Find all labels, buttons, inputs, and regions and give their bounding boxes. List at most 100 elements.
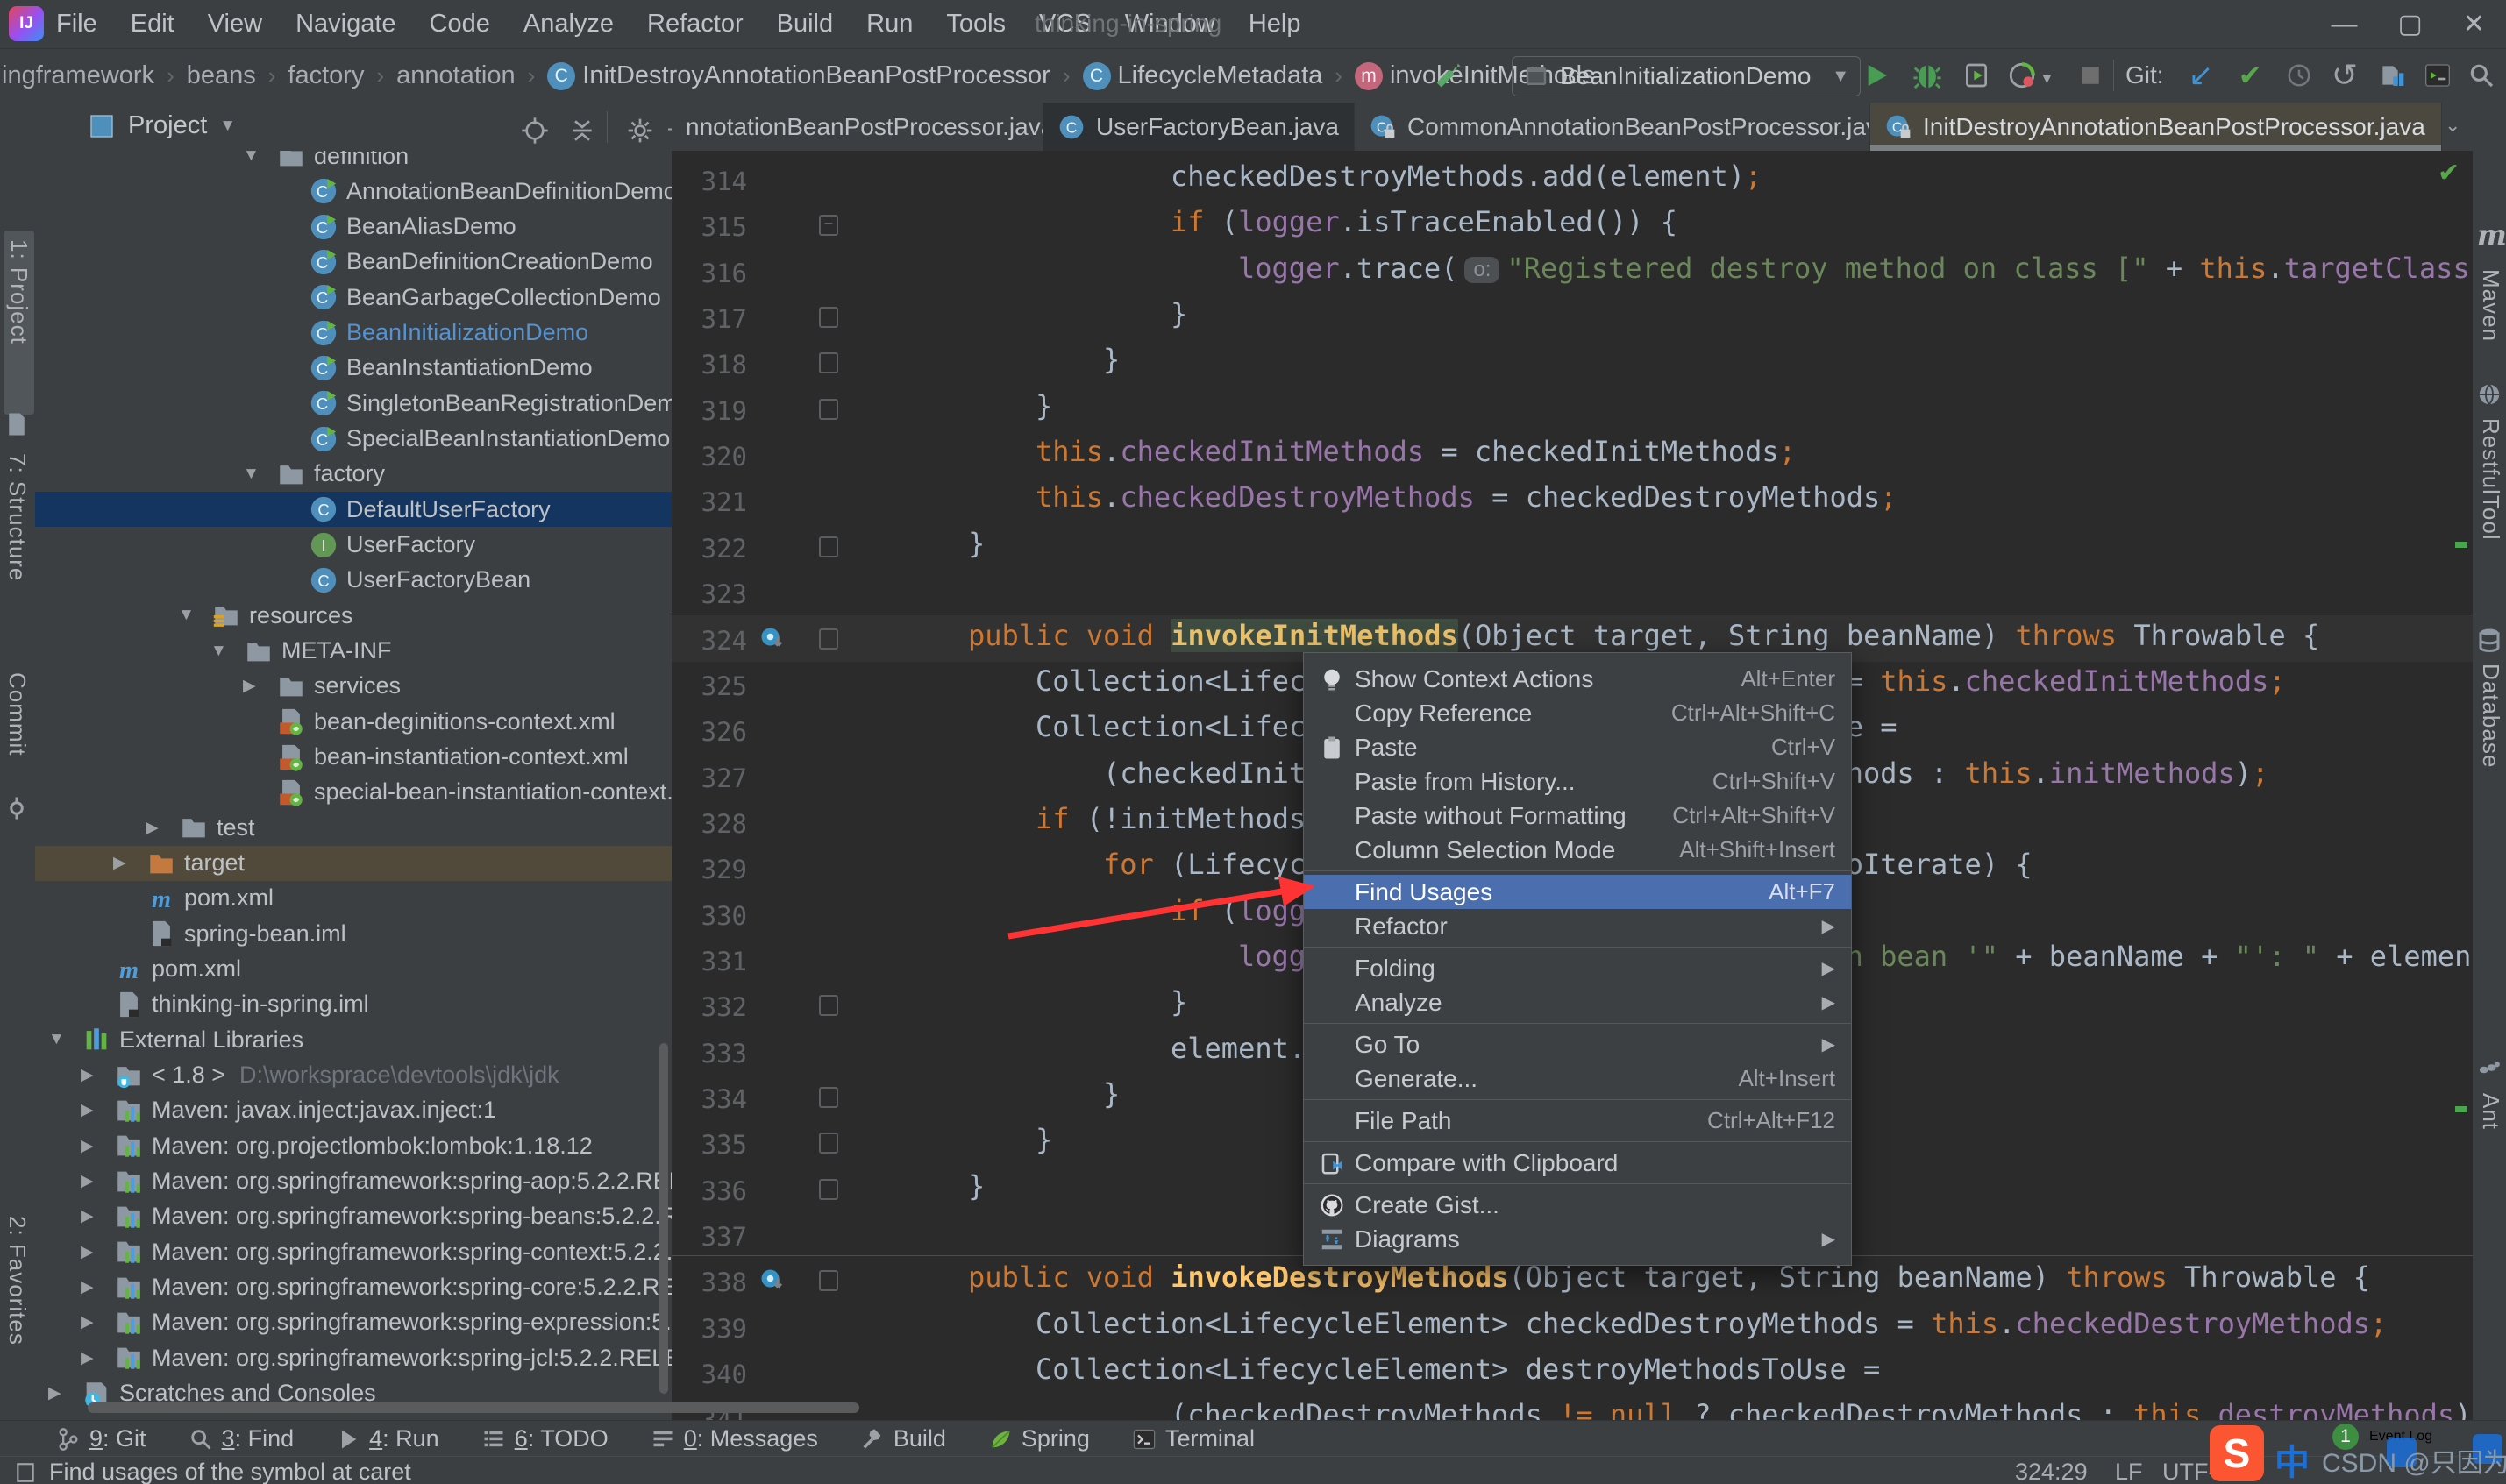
context-menu-item-show-context-actions[interactable]: Show Context ActionsAlt+Enter xyxy=(1304,662,1851,696)
profiler-button[interactable] xyxy=(2003,56,2041,95)
context-menu-item-paste-from-history-[interactable]: Paste from History...Ctrl+Shift+V xyxy=(1304,764,1851,799)
tree-item-maven-org-springframework-spring-jcl-5-2-2-release[interactable]: ▶Maven: org.springframework:spring-jcl:5… xyxy=(35,1340,672,1375)
diff-icon[interactable] xyxy=(2373,56,2411,95)
tree-item-pom-xml[interactable]: mpom.xml xyxy=(35,881,672,916)
menu-navigate[interactable]: Navigate xyxy=(295,10,395,39)
build-wrench-icon[interactable] xyxy=(1429,56,1468,95)
ant-icon[interactable] xyxy=(2476,1054,2502,1081)
project-vertical-scrollbar[interactable] xyxy=(659,1043,668,1394)
tree-item-bean-deginitions-context-xml[interactable]: bean-deginitions-context.xml xyxy=(35,704,672,739)
tree-item-external-libraries[interactable]: ▼External Libraries xyxy=(35,1022,672,1057)
toolwindow-button-messages[interactable]: 0: Messages xyxy=(651,1425,818,1452)
toolwindow-button-find[interactable]: 3: Find xyxy=(189,1425,295,1452)
profiler-chevron-icon[interactable]: ▼ xyxy=(2040,70,2054,88)
tree-item-beangarbagecollectiondemo[interactable]: CBeanGarbageCollectionDemo xyxy=(35,280,672,315)
tool-stripe-button-2-favorites[interactable]: 2: Favorites xyxy=(4,1216,31,1409)
tool-stripe-button-database[interactable]: Database xyxy=(2477,664,2504,813)
tree-item-beaninstantiationdemo[interactable]: CBeanInstantiationDemo xyxy=(35,351,672,386)
rollback-icon[interactable]: ↺ xyxy=(2325,56,2364,95)
tree-item-resources[interactable]: ▼resources xyxy=(35,598,672,633)
collapse-arrow-icon[interactable]: ▼ xyxy=(243,151,260,166)
tree-item-beandefinitioncreationdemo[interactable]: CBeanDefinitionCreationDemo xyxy=(35,245,672,280)
locate-file-icon[interactable] xyxy=(516,111,554,150)
expand-arrow-icon[interactable]: ▶ xyxy=(81,1348,94,1368)
git-commit-check-icon[interactable]: ✔ xyxy=(2231,56,2269,95)
caret-position[interactable]: 324:29 xyxy=(2015,1459,2088,1484)
inspections-ok-icon[interactable]: ✔ xyxy=(2438,158,2460,188)
collapse-arrow-icon[interactable]: ▼ xyxy=(210,642,227,661)
tree-item-annotationbeandefinitiondemo[interactable]: CAnnotationBeanDefinitionDemo xyxy=(35,174,672,209)
tree-item-userfactory[interactable]: IUserFactory xyxy=(35,528,672,563)
collapse-arrow-icon[interactable]: ▼ xyxy=(243,465,260,484)
toolwindow-button-spring[interactable]: Spring xyxy=(988,1425,1090,1452)
tool-stripe-button-maven[interactable]: Maven xyxy=(2477,269,2504,374)
menu-help[interactable]: Help xyxy=(1249,10,1301,39)
git-update-icon[interactable]: ↙ xyxy=(2182,56,2220,95)
tool-stripe-button-ant[interactable]: Ant xyxy=(2477,1093,2504,1163)
expand-arrow-icon[interactable]: ▶ xyxy=(81,1065,94,1085)
tree-item-defaultuserfactory[interactable]: CDefaultUserFactory xyxy=(35,492,672,527)
maximize-button[interactable]: ▢ xyxy=(2398,9,2423,39)
menu-edit[interactable]: Edit xyxy=(131,10,174,39)
expand-arrow-icon[interactable]: ▶ xyxy=(81,1242,94,1262)
close-button[interactable]: ✕ xyxy=(2463,9,2485,39)
tree-item-thinking-in-spring-iml[interactable]: thinking-in-spring.iml xyxy=(35,987,672,1022)
expand-arrow-icon[interactable]: ▶ xyxy=(81,1206,94,1226)
breadcrumb-item[interactable]: ingframework xyxy=(2,61,154,90)
project-panel-title[interactable]: Project ▼ xyxy=(88,111,236,140)
breadcrumb-item[interactable]: factory xyxy=(288,61,364,90)
run-anything-console-icon[interactable] xyxy=(2418,56,2457,95)
tree-item-maven-org-springframework-spring-context-5-2-2-release[interactable]: ▶Maven: org.springframework:spring-conte… xyxy=(35,1234,672,1269)
toolwindow-button-run[interactable]: 4: Run xyxy=(336,1425,439,1452)
context-menu-item-column-selection-mode[interactable]: Column Selection ModeAlt+Shift+Insert xyxy=(1304,833,1851,867)
fold-marker-icon[interactable]: – xyxy=(819,215,838,236)
tree-item--1-8-[interactable]: ▶< 1.8 > D:\worksprace\devtools\jdk\jdk xyxy=(35,1058,672,1093)
tree-item-factory[interactable]: ▼factory xyxy=(35,457,672,492)
globe-icon[interactable] xyxy=(2476,381,2502,408)
menu-build[interactable]: Build xyxy=(777,10,834,39)
fold-marker-icon[interactable] xyxy=(819,1087,838,1108)
menu-view[interactable]: View xyxy=(208,10,262,39)
overridden-method-gutter-icon[interactable] xyxy=(759,1267,786,1294)
fold-marker-icon[interactable] xyxy=(819,995,838,1016)
breadcrumb-item[interactable]: CLifecycleMetadata xyxy=(1083,61,1323,90)
tree-item-meta-inf[interactable]: ▼META-INF xyxy=(35,634,672,669)
menu-refactor[interactable]: Refactor xyxy=(647,10,744,39)
collapse-all-icon[interactable] xyxy=(563,111,602,150)
debug-button[interactable] xyxy=(1908,56,1947,95)
tree-item-spring-bean-iml[interactable]: spring-bean.iml xyxy=(35,916,672,951)
tree-item-test[interactable]: ▶test xyxy=(35,810,672,845)
coverage-button[interactable] xyxy=(1957,56,1996,95)
tool-stripe-button-1-project[interactable]: 1: Project xyxy=(4,231,34,415)
context-menu-item-go-to[interactable]: Go To▶ xyxy=(1304,1027,1851,1062)
context-menu-item-analyze[interactable]: Analyze▶ xyxy=(1304,985,1851,1019)
fold-marker-icon[interactable] xyxy=(819,399,838,420)
menu-analyze[interactable]: Analyze xyxy=(523,10,614,39)
toolwindow-switcher-icon[interactable] xyxy=(14,1461,37,1484)
fold-marker-icon[interactable] xyxy=(819,1270,838,1291)
collapse-arrow-icon[interactable]: ▼ xyxy=(48,1030,65,1049)
tree-item-services[interactable]: ▶services xyxy=(35,669,672,704)
tree-item-maven-org-springframework-spring-core-5-2-2-release[interactable]: ▶Maven: org.springframework:spring-core:… xyxy=(35,1270,672,1305)
fold-marker-icon[interactable] xyxy=(819,307,838,328)
expand-arrow-icon[interactable]: ▶ xyxy=(81,1100,94,1120)
tree-item-maven-org-springframework-spring-beans-5-2-2-release[interactable]: ▶Maven: org.springframework:spring-beans… xyxy=(35,1199,672,1234)
expand-arrow-icon[interactable]: ▶ xyxy=(81,1277,94,1297)
context-menu-item-folding[interactable]: Folding▶ xyxy=(1304,951,1851,985)
context-menu-item-paste-without-formatting[interactable]: Paste without FormattingCtrl+Alt+Shift+V xyxy=(1304,799,1851,833)
menu-file[interactable]: File xyxy=(56,10,97,39)
editor-tab-userfactorybean-java[interactable]: CUserFactoryBean.java✕ xyxy=(1043,103,1355,151)
search-everywhere-icon[interactable] xyxy=(2462,56,2501,95)
expand-arrow-icon[interactable]: ▶ xyxy=(48,1383,61,1403)
fold-marker-icon[interactable] xyxy=(819,1133,838,1154)
commit-icon[interactable] xyxy=(4,795,30,821)
toolwindow-button-build[interactable]: Build xyxy=(860,1425,946,1452)
context-menu-item-paste[interactable]: PasteCtrl+V xyxy=(1304,730,1851,764)
tab-close-icon[interactable]: ✕ xyxy=(2441,114,2442,139)
tree-item-special-bean-instantiation-context-xml[interactable]: special-bean-instantiation-context.xml xyxy=(35,775,672,810)
fold-marker-icon[interactable] xyxy=(819,628,838,650)
tree-item-maven-org-projectlombok-lombok-1-18-12[interactable]: ▶Maven: org.projectlombok:lombok:1.18.12 xyxy=(35,1128,672,1163)
context-menu-item-find-usages[interactable]: Find UsagesAlt+F7 xyxy=(1304,875,1851,909)
fold-marker-icon[interactable] xyxy=(819,352,838,373)
breadcrumb-item[interactable]: beans xyxy=(187,61,256,90)
